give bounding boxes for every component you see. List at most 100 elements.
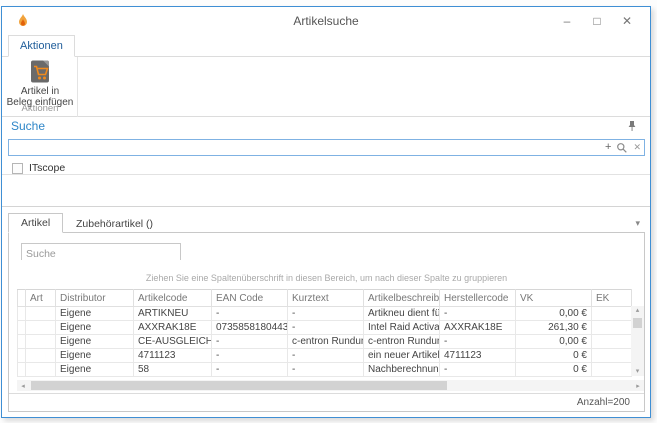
row-indicator-header — [18, 290, 26, 307]
cell[interactable] — [26, 335, 56, 349]
cell[interactable]: ARTIKNEU — [134, 307, 212, 321]
column-header[interactable]: Artikelbeschreibung — [364, 290, 440, 307]
cell[interactable]: Intel Raid Activatio... — [364, 321, 440, 335]
table-row[interactable]: Eigene58--Nachberechnungsa...-0 € — [18, 363, 632, 377]
cell[interactable]: 0735858180443 — [212, 321, 288, 335]
cell[interactable]: - — [212, 349, 288, 363]
itscope-checkbox-row: ITscope — [12, 162, 65, 174]
column-header[interactable]: Artikelcode — [134, 290, 212, 307]
search-icon[interactable] — [616, 142, 628, 154]
cell[interactable]: - — [288, 349, 364, 363]
cell[interactable]: Artikneu dient für... — [364, 307, 440, 321]
main-search-field: + ✕ — [8, 139, 645, 156]
article-table: ArtDistributorArtikelcodeEAN CodeKurztex… — [17, 289, 632, 377]
column-header[interactable]: EAN Code — [212, 290, 288, 307]
cell[interactable] — [592, 349, 632, 363]
search-panel-title: Suche — [11, 119, 45, 133]
itscope-checkbox[interactable] — [12, 163, 23, 174]
cell[interactable]: Eigene — [56, 321, 134, 335]
cell[interactable] — [592, 321, 632, 335]
cell[interactable]: CE-AUSGLEICHS.A... — [134, 335, 212, 349]
cell[interactable] — [592, 307, 632, 321]
cell[interactable]: - — [440, 307, 516, 321]
cell[interactable] — [592, 335, 632, 349]
cell[interactable] — [26, 307, 56, 321]
itscope-label: ITscope — [29, 162, 65, 174]
table-row[interactable]: EigeneARTIKNEU--Artikneu dient für...-0,… — [18, 307, 632, 321]
cell[interactable]: Nachberechnungsa... — [364, 363, 440, 377]
table-row[interactable]: EigeneAXXRAK18E0735858180443-Intel Raid … — [18, 321, 632, 335]
cell[interactable]: c-entron Rundung... — [288, 335, 364, 349]
search-input[interactable] — [11, 140, 591, 155]
cell[interactable]: - — [440, 335, 516, 349]
tab-artikel[interactable]: Artikel — [8, 213, 63, 233]
column-header[interactable]: VK — [516, 290, 592, 307]
minimize-button[interactable]: – — [552, 14, 582, 28]
cell[interactable] — [26, 349, 56, 363]
results-preview-area — [2, 174, 650, 207]
screen: Artikelsuche – □ ✕ Aktionen — [0, 0, 657, 423]
cell[interactable]: 58 — [134, 363, 212, 377]
cell[interactable]: 0,00 € — [516, 335, 592, 349]
artikelsuche-window: Artikelsuche – □ ✕ Aktionen — [1, 6, 651, 418]
cell[interactable]: - — [288, 307, 364, 321]
horizontal-scrollbar[interactable]: ◂ ▸ — [17, 380, 644, 391]
grid-filter-input[interactable] — [22, 247, 180, 262]
maximize-button[interactable]: □ — [582, 14, 612, 28]
row-indicator[interactable] — [18, 321, 26, 335]
chevron-down-icon[interactable]: ▾ — [635, 218, 640, 229]
column-header[interactable]: Distributor — [56, 290, 134, 307]
cell[interactable] — [26, 321, 56, 335]
cell[interactable]: - — [288, 321, 364, 335]
row-indicator[interactable] — [18, 307, 26, 321]
add-icon[interactable]: + — [605, 140, 611, 155]
artikel-in-beleg-einfuegen-button[interactable]: Artikel in Beleg einfügen — [2, 59, 78, 108]
cell[interactable]: 0 € — [516, 363, 592, 377]
scroll-down-icon[interactable]: ▾ — [636, 367, 640, 376]
table-row[interactable]: EigeneCE-AUSGLEICHS.A...-c-entron Rundun… — [18, 335, 632, 349]
pin-icon[interactable] — [625, 119, 639, 133]
cell[interactable]: 4711123 — [134, 349, 212, 363]
cell[interactable]: - — [212, 335, 288, 349]
cell[interactable]: 0 € — [516, 349, 592, 363]
scroll-up-icon[interactable]: ▴ — [636, 306, 640, 315]
cell[interactable] — [592, 363, 632, 377]
column-header[interactable]: Herstellercode — [440, 290, 516, 307]
vertical-scroll-thumb[interactable] — [633, 318, 642, 328]
cell[interactable]: Eigene — [56, 349, 134, 363]
horizontal-scroll-thumb[interactable] — [31, 381, 447, 390]
cell[interactable]: ein neuer Artikel — [364, 349, 440, 363]
column-header[interactable]: EK — [592, 290, 632, 307]
cell[interactable]: AXXRAK18E — [134, 321, 212, 335]
grid-header-row: ArtDistributorArtikelcodeEAN CodeKurztex… — [18, 290, 632, 307]
row-indicator[interactable] — [18, 349, 26, 363]
row-indicator[interactable] — [18, 335, 26, 349]
cell[interactable]: 4711123 — [440, 349, 516, 363]
tab-zubehoerartikel[interactable]: Zubehörartikel () — [64, 215, 165, 233]
ribbon-tab-aktionen[interactable]: Aktionen — [8, 35, 75, 57]
cell[interactable]: Eigene — [56, 335, 134, 349]
vertical-scrollbar[interactable]: ▴ ▾ — [631, 306, 644, 376]
cell[interactable]: Eigene — [56, 307, 134, 321]
column-header[interactable]: Kurztext — [288, 290, 364, 307]
cell[interactable]: - — [288, 363, 364, 377]
cell[interactable]: AXXRAK18E — [440, 321, 516, 335]
table-row[interactable]: Eigene4711123--ein neuer Artikel47111230… — [18, 349, 632, 363]
cell[interactable]: - — [440, 363, 516, 377]
cell[interactable]: - — [212, 363, 288, 377]
scroll-left-icon[interactable]: ◂ — [17, 382, 29, 390]
cell[interactable] — [26, 363, 56, 377]
scroll-right-icon[interactable]: ▸ — [632, 382, 644, 390]
cell[interactable]: 0,00 € — [516, 307, 592, 321]
cell[interactable]: - — [212, 307, 288, 321]
column-header[interactable]: Art — [26, 290, 56, 307]
clear-icon[interactable]: ✕ — [633, 140, 641, 155]
row-indicator[interactable] — [18, 363, 26, 377]
ribbon-group-caption: Aktionen — [2, 103, 78, 114]
cell[interactable]: Eigene — [56, 363, 134, 377]
artikel-tab-panel: Ziehen Sie eine Spaltenüberschrift in di… — [8, 232, 645, 412]
cell[interactable]: 261,30 € — [516, 321, 592, 335]
cell[interactable]: c-entron Rundung... — [364, 335, 440, 349]
button-label-line1: Artikel in — [2, 86, 78, 97]
close-button[interactable]: ✕ — [612, 14, 642, 28]
